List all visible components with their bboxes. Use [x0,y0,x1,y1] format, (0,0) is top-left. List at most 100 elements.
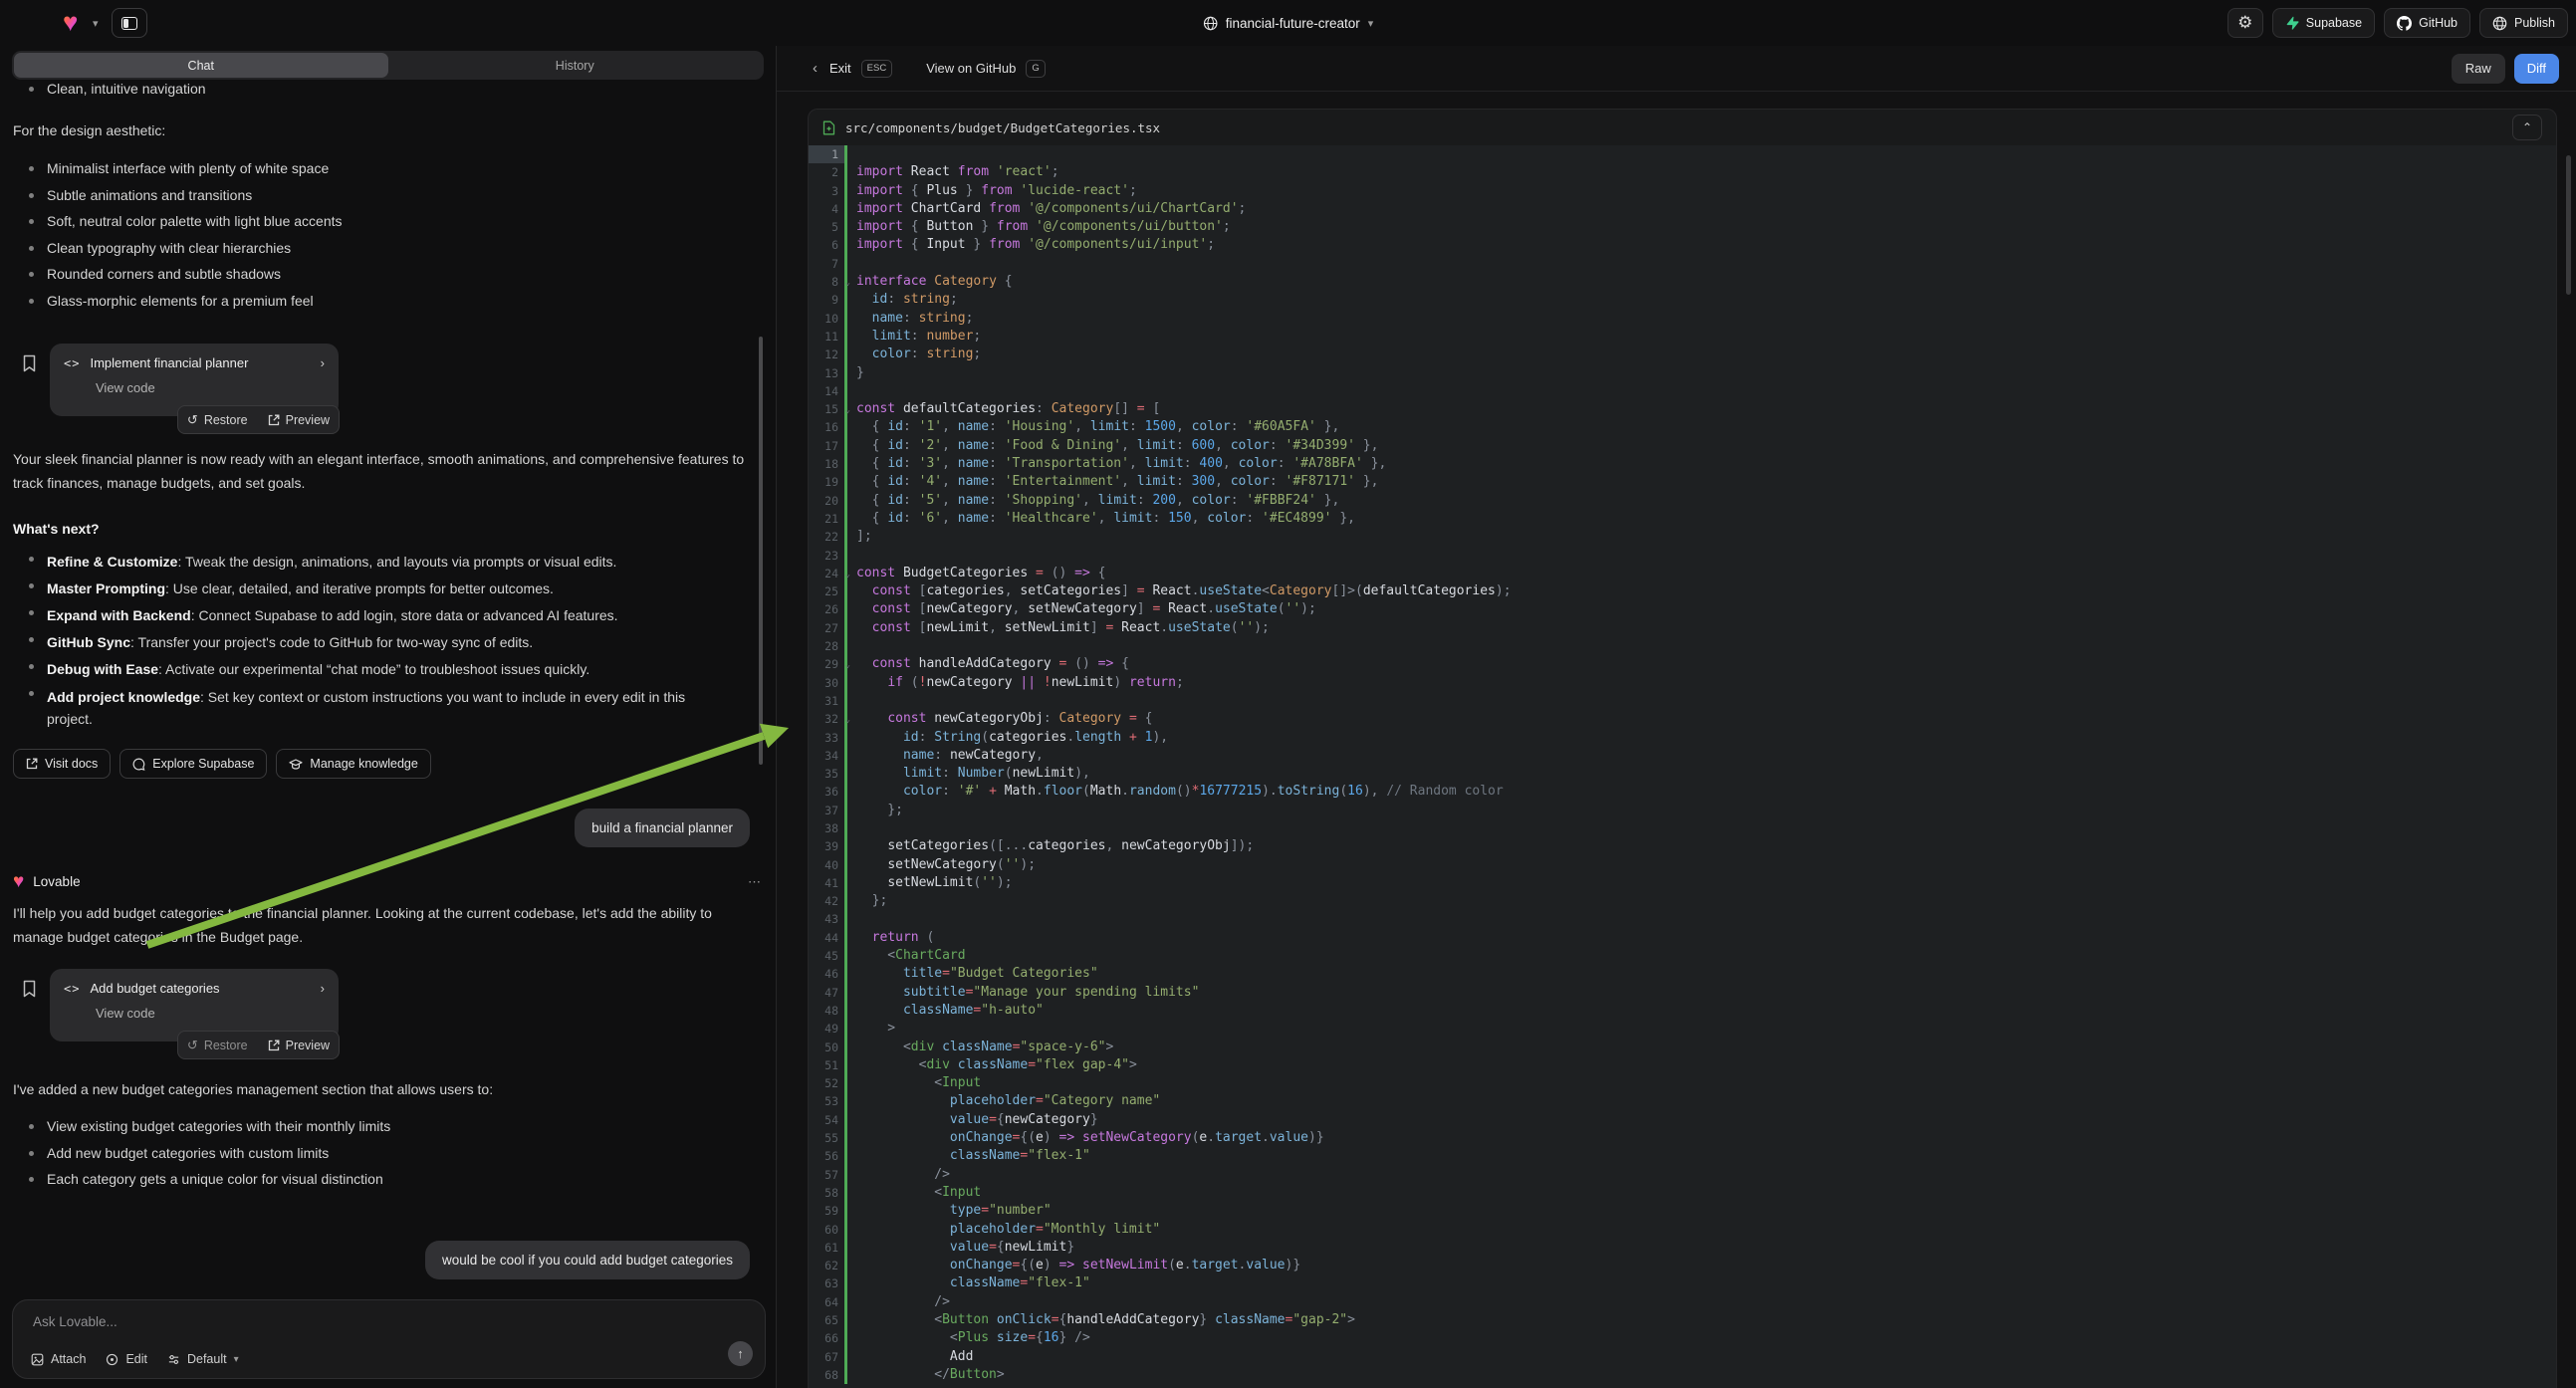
fold-chevron-icon[interactable]: ⌄ [845,566,850,583]
chat-input[interactable] [33,1314,630,1329]
restore-button[interactable]: ↺ Restore [177,1038,258,1053]
manage-knowledge-button[interactable]: Manage knowledge [276,749,430,779]
chat-bubble-icon [132,758,145,771]
lovable-logo-icon[interactable]: ♥ [63,9,78,35]
code-text: onChange={(e) => setNewLimit(e.target.va… [847,1257,1300,1274]
code-text: name: newCategory, [847,747,1044,765]
github-button[interactable]: GitHub [2384,8,2470,38]
code-panel-header: ‹ Exit ESC View on GitHub G Raw Diff [777,46,2576,92]
project-switcher[interactable]: financial-future-creator ▾ [1203,0,1374,46]
chat-input-container: Attach Edit Default [12,1299,766,1379]
code-line: 40 setNewCategory(''); [809,856,2556,874]
tab-history[interactable]: History [388,53,763,78]
code-line: 65 <Button onClick={handleAddCategory} c… [809,1311,2556,1329]
fold-chevron-icon[interactable]: ⌄ [845,656,850,674]
code-line: 68 </Button> [809,1366,2556,1384]
chevron-left-icon: ‹ [813,60,818,77]
send-button[interactable]: ↑ [728,1341,753,1366]
mode-selector[interactable]: Default ▾ [167,1352,239,1366]
file-path-bar[interactable]: src/components/budget/BudgetCategories.t… [809,110,2556,145]
line-number: 36 [809,783,844,801]
exit-button[interactable]: Exit [829,61,851,76]
supabase-button[interactable]: Supabase [2272,8,2375,38]
message-options-icon[interactable]: ⋯ [748,874,762,890]
code-text [847,382,856,400]
view-on-github-link[interactable]: View on GitHub [926,61,1016,76]
code-content: 12import React from 'react';3import { Pl… [809,145,2556,1388]
gear-icon: ⚙ [2237,13,2252,33]
restore-button[interactable]: ↺ Restore [177,412,258,428]
view-code-link[interactable]: View code [96,1006,325,1021]
collapse-file-button[interactable]: ⌃ [2512,115,2542,140]
lovable-heart-icon: ♥ [13,872,24,891]
line-number: 39 [809,837,844,855]
code-line: 14 [809,382,2556,400]
line-number: 24⌄ [809,565,844,582]
code-line: 44 return ( [809,929,2556,947]
attach-button[interactable]: Attach [31,1352,86,1366]
added-features-list: View existing budget categories with the… [0,1119,776,1199]
code-line: 21 { id: '6', name: 'Healthcare', limit:… [809,510,2556,528]
bookmark-icon[interactable] [22,980,37,998]
code-line: 12 color: string; [809,346,2556,363]
code-text: import React from 'react'; [847,163,1059,181]
code-text: setNewCategory(''); [847,856,1036,874]
fold-chevron-icon[interactable]: ⌄ [845,274,850,292]
line-number: 33 [809,729,844,747]
code-text: { id: '2', name: 'Food & Dining', limit:… [847,437,1378,455]
project-title: financial-future-creator [1226,16,1360,31]
assistant-reply-intro: I'll help you add budget categories to t… [0,901,776,949]
line-number: 30 [809,674,844,692]
view-code-link[interactable]: View code [96,380,325,395]
line-number: 7 [809,255,844,273]
code-line: 57 /> [809,1166,2556,1184]
line-number: 12 [809,346,844,363]
code-line: 15⌄const defaultCategories: Category[] =… [809,400,2556,418]
settings-button[interactable]: ⚙ [2227,8,2263,38]
line-number: 1 [809,145,844,163]
code-text: const [newLimit, setNewLimit] = React.us… [847,619,1270,637]
line-number: 61 [809,1239,844,1257]
user-message-bubble: build a financial planner [575,809,750,847]
restore-icon: ↺ [187,1038,198,1053]
tab-chat[interactable]: Chat [14,53,388,78]
list-item: Master Prompting: Use clear, detailed, a… [0,578,776,598]
chat-scrollbar[interactable] [759,337,763,765]
visit-docs-button[interactable]: Visit docs [13,749,111,779]
line-number: 10 [809,310,844,328]
code-line: 32⌄ const newCategoryObj: Category = { [809,710,2556,728]
line-number: 65 [809,1311,844,1329]
bookmark-icon[interactable] [22,354,37,372]
preview-button[interactable]: Preview [258,1039,340,1052]
external-link-icon [268,414,280,426]
code-text: const [categories, setCategories] = Reac… [847,582,1512,600]
raw-toggle-button[interactable]: Raw [2452,54,2505,84]
line-number: 35 [809,765,844,783]
code-scrollbar[interactable] [2566,155,2571,295]
line-number: 5 [809,218,844,236]
diff-toggle-button[interactable]: Diff [2514,54,2559,84]
line-number: 29⌄ [809,655,844,673]
fold-chevron-icon[interactable]: ⌄ [845,401,850,419]
line-number: 8⌄ [809,273,844,291]
line-number: 2 [809,163,844,181]
assistant-name: Lovable [33,874,80,889]
design-aesthetic-list: Minimalist interface with plenty of whit… [0,161,776,320]
explore-supabase-button[interactable]: Explore Supabase [119,749,267,779]
external-link-icon [268,1040,280,1051]
code-line: 10 name: string; [809,310,2556,328]
preview-button[interactable]: Preview [258,413,340,427]
chevron-down-icon: ▾ [234,1354,239,1365]
publish-button[interactable]: Publish [2479,8,2568,38]
code-text: <Input [847,1184,981,1202]
list-item: Refine & Customize: Tweak the design, an… [0,552,776,572]
logo-chevron-down-icon[interactable]: ▾ [93,17,99,30]
code-line: 31 [809,692,2556,710]
fold-chevron-icon[interactable]: ⌄ [845,711,850,729]
sidebar-toggle-button[interactable] [112,8,147,38]
code-line: 7 [809,255,2556,273]
edit-button[interactable]: Edit [106,1352,147,1366]
code-text: { id: '1', name: 'Housing', limit: 1500,… [847,418,1339,436]
list-item: Clean, intuitive navigation [0,82,776,97]
line-number: 46 [809,965,844,983]
